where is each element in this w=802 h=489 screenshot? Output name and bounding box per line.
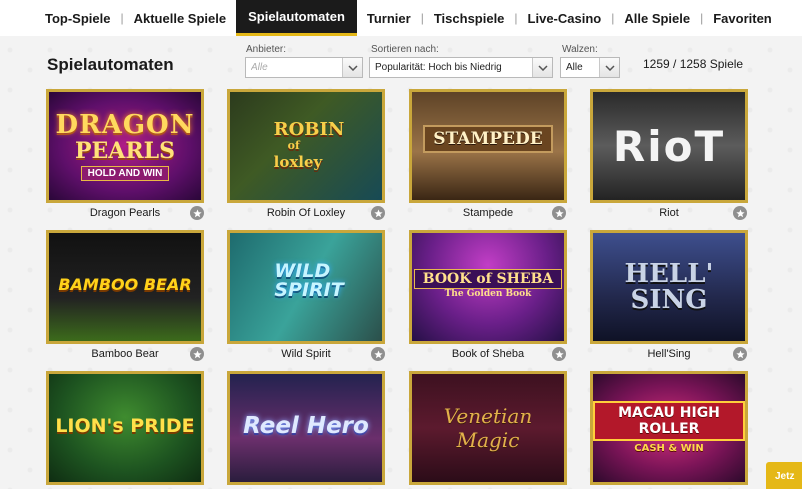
game-tile-stampede[interactable]: STAMPEDE [409,89,567,203]
favorite-button[interactable] [190,206,204,220]
game-title[interactable]: Book of Sheba [409,348,567,360]
chevron-down-icon [599,58,619,77]
artwork-title: MACAU HIGH ROLLER [593,400,745,441]
favorite-button[interactable] [371,347,385,361]
game-title[interactable]: Wild Spirit [227,348,385,360]
game-artwork: BAMBOO BEAR [49,233,201,341]
game-tile-reel-hero[interactable]: Reel Hero [227,371,385,485]
nav-turnier[interactable]: Turnier [357,0,421,36]
artwork-title: DRAGON [55,110,195,140]
artwork-title: PEARLS [74,138,175,164]
sort-select-value: Popularität: Hoch bis Niedrig [375,62,502,73]
game-artwork: MACAU HIGH ROLLER CASH & WIN [593,374,745,482]
artwork-title: Reel Hero [243,413,369,439]
artwork-title: ROBIN [273,119,345,140]
nav-top-spiele[interactable]: Top-Spiele [0,0,120,36]
favorite-button[interactable] [371,206,385,220]
game-artwork: WILD SPIRIT [230,233,382,341]
game-title[interactable]: Riot [590,207,748,219]
artwork-title: RioT [612,121,726,171]
nav-alle-spiele[interactable]: Alle Spiele [614,0,700,36]
sort-filter-label: Sortieren nach: [371,44,439,55]
provider-filter-label: Anbieter: [246,44,287,55]
game-tile-lions-pride[interactable]: LION's PRIDE [46,371,204,485]
chevron-down-icon [532,58,552,77]
artwork-title: BOOK of SHEBA [413,269,563,289]
artwork-title: STAMPEDE [423,125,553,153]
star-icon [735,349,745,358]
game-title[interactable]: Stampede [409,207,567,219]
reels-filter-label: Walzen: [562,44,598,55]
game-tile-robin-of-loxley[interactable]: ROBIN of loxley [227,89,385,203]
star-icon [373,208,383,217]
favorite-button[interactable] [552,347,566,361]
game-tile-dragon-pearls[interactable]: DRAGON PEARLS HOLD AND WIN [46,89,204,203]
page-title: Spielautomaten [47,55,174,74]
game-tile-hellsing[interactable]: HELL' SING [590,230,748,344]
game-artwork: DRAGON PEARLS HOLD AND WIN [49,92,201,200]
game-artwork: LION's PRIDE [49,374,201,482]
game-artwork: BOOK of SHEBA The Golden Book [412,233,564,341]
reels-select-value: Alle [566,62,583,73]
game-title[interactable]: Dragon Pearls [46,207,204,219]
artwork-title: SING [630,285,708,315]
star-icon [554,349,564,358]
provider-select[interactable]: Alle [245,57,363,78]
sort-select[interactable]: Popularität: Hoch bis Niedrig [369,57,553,78]
game-title[interactable]: Robin Of Loxley [227,207,385,219]
star-icon [554,208,564,217]
game-artwork: RioT [593,92,745,200]
game-artwork: Reel Hero [230,374,382,482]
nav-spielautomaten[interactable]: Spielautomaten [236,0,357,36]
game-artwork: ROBIN of loxley [230,92,382,200]
artwork-title: loxley [273,153,323,171]
artwork-subtitle: HOLD AND WIN [80,166,170,181]
nav-favoriten[interactable]: Favoriten [703,0,782,36]
jetzt-button[interactable]: Jetz [766,462,802,489]
star-icon [192,208,202,217]
favorite-button[interactable] [733,347,747,361]
reels-select[interactable]: Alle [560,57,620,78]
star-icon [192,349,202,358]
provider-select-value: Alle [251,62,268,73]
game-tile-riot[interactable]: RioT [590,89,748,203]
favorite-button[interactable] [733,206,747,220]
star-icon [735,208,745,217]
nav-aktuelle-spiele[interactable]: Aktuelle Spiele [124,0,236,36]
star-icon [373,349,383,358]
game-title[interactable]: Bamboo Bear [46,348,204,360]
game-tile-bamboo-bear[interactable]: BAMBOO BEAR [46,230,204,344]
game-artwork: STAMPEDE [412,92,564,200]
nav-tischspiele[interactable]: Tischspiele [424,0,515,36]
artwork-title: SPIRIT [274,279,344,301]
artwork-title: LION's PRIDE [55,415,195,437]
game-artwork: Venetian Magic [412,374,564,482]
artwork-subtitle: CASH & WIN [634,442,704,454]
artwork-title: Venetian Magic [443,404,533,452]
favorite-button[interactable] [190,347,204,361]
chevron-down-icon [342,58,362,77]
game-tile-wild-spirit[interactable]: WILD SPIRIT [227,230,385,344]
artwork-title: BAMBOO BEAR [58,274,192,294]
artwork-title: HELL' [624,259,714,289]
game-tile-venetian-magic[interactable]: Venetian Magic [409,371,567,485]
artwork-subtitle: The Golden Book [444,289,532,299]
game-title[interactable]: Hell'Sing [590,348,748,360]
game-tile-macau-high-roller[interactable]: MACAU HIGH ROLLER CASH & WIN [590,371,748,485]
game-tile-book-of-sheba[interactable]: BOOK of SHEBA The Golden Book [409,230,567,344]
favorite-button[interactable] [552,206,566,220]
game-artwork: HELL' SING [593,233,745,341]
nav-live-casino[interactable]: Live-Casino [518,0,612,36]
artwork-title: of [287,139,300,152]
game-count: 1259 / 1258 Spiele [643,57,744,71]
top-navigation: Top-Spiele | Aktuelle Spiele Spielautoma… [0,0,802,36]
